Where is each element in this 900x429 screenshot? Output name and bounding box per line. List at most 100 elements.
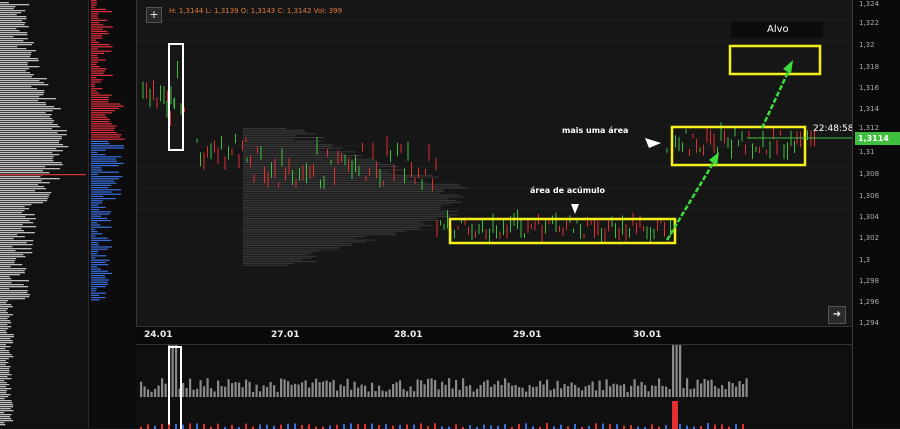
volume-bar	[493, 384, 496, 397]
add-indicator-button[interactable]: +	[146, 7, 162, 23]
volume-bar	[700, 383, 703, 397]
dom-bar	[91, 118, 110, 120]
profile-bar	[0, 20, 23, 22]
dom-bar	[91, 121, 110, 123]
volume-bar	[157, 385, 160, 397]
delta-bar	[203, 423, 205, 429]
dom-bar	[91, 105, 124, 107]
volume-bar	[444, 384, 447, 397]
dom-bar	[91, 61, 99, 63]
profile-bar	[0, 154, 60, 156]
dom-bar	[91, 290, 96, 292]
dom-bar	[91, 136, 121, 138]
profile-bar	[0, 296, 30, 298]
dom-bar	[91, 248, 108, 250]
profile-bar	[0, 22, 26, 24]
delta-bar	[231, 424, 233, 429]
volume-bar	[203, 386, 206, 397]
delta-bar	[574, 423, 576, 429]
session-profile-bar	[243, 142, 315, 144]
session-profile-bar	[243, 214, 458, 216]
delta-bar	[364, 424, 366, 429]
volume-bar	[217, 380, 220, 397]
volume-bar	[507, 382, 510, 397]
volume-bar	[360, 384, 363, 397]
volume-bar	[434, 380, 437, 397]
profile-bar	[0, 128, 52, 130]
target-arrow-2	[760, 69, 791, 129]
dom-bar	[91, 215, 102, 217]
profile-bar	[0, 420, 13, 422]
profile-bar	[0, 376, 8, 378]
volume-bar	[406, 391, 409, 397]
volume-bar	[458, 389, 461, 397]
price-axis[interactable]: 1,324 1,322 1,32 1,318 1,316 1,314 1,312…	[852, 0, 900, 428]
volume-bar	[721, 385, 724, 397]
session-profile-bar	[243, 209, 440, 210]
session-profile-bar	[243, 252, 313, 254]
dom-bar	[91, 147, 125, 149]
dom-bar	[91, 257, 96, 259]
dom-bar	[91, 70, 106, 72]
volume-bar	[630, 385, 633, 397]
session-profile-bar	[243, 263, 294, 264]
price-tick: 1,308	[859, 170, 880, 178]
profile-bar	[0, 80, 40, 82]
profile-bar	[0, 46, 18, 48]
dom-bar	[91, 138, 125, 140]
profile-bar	[0, 310, 7, 312]
dom-bar	[91, 277, 106, 279]
volume-bar	[430, 378, 433, 397]
session-profile-bar	[243, 261, 317, 263]
profile-bar	[0, 4, 30, 6]
session-profile-bar	[243, 173, 394, 174]
profile-bar	[0, 278, 12, 280]
volume-bar	[423, 384, 426, 397]
dom-bar	[91, 30, 108, 32]
session-profile-bar	[243, 232, 395, 234]
profile-bar	[0, 334, 14, 336]
volume-bar	[504, 378, 507, 397]
profile-bar	[0, 238, 14, 240]
volume-bar	[280, 378, 283, 397]
dom-bar	[91, 26, 113, 28]
profile-bar	[0, 416, 11, 418]
main-chart[interactable]: + H: 1,3144 L: 1,3139 O: 1,3143 C: 1,314…	[136, 0, 854, 330]
price-tick: 1,318	[859, 63, 880, 71]
dom-bar	[91, 195, 104, 197]
volume-bar	[227, 379, 230, 397]
volume-bar	[154, 388, 157, 397]
session-profile-bar	[243, 191, 444, 192]
dom-bar	[91, 129, 114, 131]
volume-bar	[707, 380, 710, 397]
session-profile-bar	[243, 205, 443, 207]
dom-ladder-panel	[88, 0, 136, 428]
price-tick: 1,3	[859, 256, 871, 264]
profile-bar	[0, 200, 48, 202]
delta-bar	[455, 424, 457, 429]
dom-bar	[91, 2, 97, 4]
profile-bar	[0, 18, 27, 20]
profile-bar	[0, 166, 46, 168]
volume-bar	[322, 381, 325, 397]
dom-bar	[91, 235, 96, 237]
delta-bar	[665, 425, 667, 429]
profile-bar	[0, 332, 8, 334]
profile-bar	[0, 36, 14, 38]
dom-bar	[91, 165, 119, 167]
volume-bar	[602, 389, 605, 397]
volume-bar	[616, 384, 619, 397]
volume-bar	[584, 386, 587, 397]
session-profile-bar	[243, 248, 339, 250]
dom-bar	[91, 180, 115, 182]
volume-panel[interactable]	[136, 344, 852, 429]
scroll-right-button[interactable]: ➜	[828, 306, 846, 324]
volume-bar	[668, 389, 671, 397]
volume-bar	[689, 389, 692, 397]
bar-timer: 22:48:58	[813, 124, 854, 134]
volume-bar	[500, 385, 503, 397]
price-tick: 1,32	[859, 41, 875, 49]
dom-bar	[91, 297, 106, 299]
session-profile-bar	[243, 176, 439, 178]
dom-bar	[91, 182, 117, 184]
